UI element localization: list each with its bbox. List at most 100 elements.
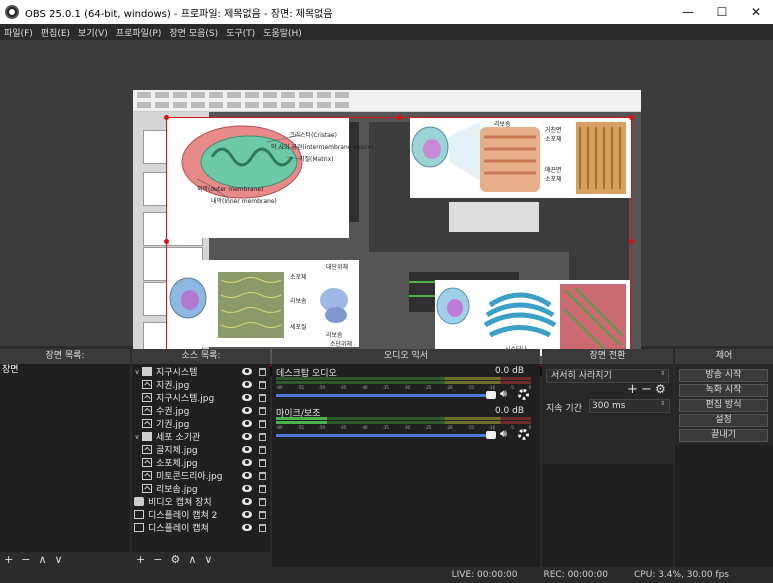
source-name: 디스플레이 캡쳐 [148, 524, 209, 534]
resize-handle[interactable] [164, 115, 169, 120]
source-item[interactable]: 지권.jpg [132, 378, 270, 391]
golgi-image[interactable]: 시스터나 [435, 280, 630, 356]
scenes-toolbar: + − ∧ ∨ [0, 552, 130, 567]
start-streaming-button[interactable]: 방송 시작 [679, 369, 768, 382]
eye-icon[interactable] [242, 394, 252, 401]
eye-icon[interactable] [242, 446, 252, 453]
er-image[interactable]: 리보솜 거친면 소포체 매끈면 소포체 [410, 117, 631, 198]
source-item[interactable]: 디스플레이 캡쳐 2 [132, 508, 270, 521]
lock-icon[interactable] [259, 484, 266, 493]
eye-icon[interactable] [242, 485, 252, 492]
scene-item[interactable]: 장면 [0, 364, 130, 376]
menu-help[interactable]: 도움말(H) [259, 26, 306, 39]
volume-slider-knob[interactable] [486, 431, 496, 439]
volume-slider[interactable] [276, 394, 486, 397]
source-name: 지구시스템 [156, 368, 198, 378]
source-item[interactable]: ∨ 지구시스템 [132, 365, 270, 378]
source-item[interactable]: 지구시스템.jpg [132, 391, 270, 404]
remove-icon[interactable]: − [641, 382, 652, 397]
source-item[interactable]: 리보솜.jpg [132, 482, 270, 495]
eye-icon[interactable] [242, 472, 252, 479]
move-up-icon[interactable]: ∧ [188, 553, 196, 566]
volume-slider[interactable] [276, 434, 486, 437]
speaker-icon[interactable]: 🔊︎ [500, 387, 507, 401]
lock-icon[interactable] [259, 445, 266, 454]
lock-icon[interactable] [259, 497, 266, 506]
settings-button[interactable]: 설정 [679, 414, 768, 427]
maximize-button[interactable]: ☐ [705, 0, 739, 24]
remove-icon[interactable]: − [21, 553, 30, 566]
eye-icon[interactable] [242, 420, 252, 427]
add-icon[interactable]: + [4, 553, 13, 566]
lock-icon[interactable] [259, 471, 266, 480]
preview-canvas[interactable]: 크리스타(Cristae) 막 사이 공간(intermembrane spac… [133, 90, 641, 376]
menu-file[interactable]: 파일(F) [0, 26, 37, 39]
eye-icon[interactable] [242, 407, 252, 414]
source-item[interactable]: 디스플레이 캡쳐 [132, 521, 270, 534]
menu-scene-collection[interactable]: 장면 모음(S) [165, 26, 222, 39]
ribosome-image[interactable]: 소포체 리보솜 세포질 대단위체 리보솜 소단위체 [166, 260, 359, 348]
source-item[interactable]: 비디오 캡쳐 장치 [132, 495, 270, 508]
menu-view[interactable]: 보기(V) [74, 26, 112, 39]
minimize-button[interactable]: — [671, 0, 705, 24]
lock-icon[interactable] [259, 458, 266, 467]
eye-icon[interactable] [242, 368, 252, 375]
source-item[interactable]: 수권.jpg [132, 404, 270, 417]
eye-icon[interactable] [242, 511, 252, 518]
chevron-down-icon[interactable]: ∨ [132, 368, 142, 376]
eye-icon[interactable] [242, 498, 252, 505]
speaker-icon[interactable]: 🔊︎ [500, 427, 507, 441]
add-icon[interactable]: + [627, 382, 638, 397]
resize-handle[interactable] [629, 239, 634, 244]
move-down-icon[interactable]: ∨ [204, 553, 212, 566]
start-recording-button[interactable]: 녹화 시작 [679, 384, 768, 397]
source-item[interactable]: ∨ 세포 소기관 [132, 430, 270, 443]
gear-icon[interactable]: ⚙ [170, 553, 180, 566]
lock-icon[interactable] [259, 419, 266, 428]
move-down-icon[interactable]: ∨ [55, 553, 63, 566]
remove-icon[interactable]: − [153, 553, 162, 566]
label-matrix: 기질(Matrix) [299, 156, 334, 163]
lock-icon[interactable] [259, 380, 266, 389]
close-button[interactable]: ✕ [739, 0, 773, 24]
add-icon[interactable]: + [136, 553, 145, 566]
lock-icon[interactable] [259, 367, 266, 376]
resize-handle[interactable] [164, 239, 169, 244]
gear-icon[interactable] [518, 429, 529, 440]
transition-select[interactable]: 서서히 사라지기 [546, 369, 669, 383]
source-item[interactable]: 골지체.jpg [132, 443, 270, 456]
mitochondria-image[interactable]: 크리스타(Cristae) 막 사이 공간(intermembrane spac… [167, 117, 373, 238]
resize-handle[interactable] [397, 115, 402, 120]
lock-icon[interactable] [259, 393, 266, 402]
exit-button[interactable]: 끝내기 [679, 429, 768, 442]
menu-profile[interactable]: 프로파일(P) [112, 26, 166, 39]
spin-arrows-icon[interactable]: ⇕ [660, 370, 665, 377]
duration-input[interactable]: 300 ms [589, 399, 670, 413]
menu-tools[interactable]: 도구(T) [222, 26, 259, 39]
sources-header: 소스 목록: [132, 349, 270, 364]
lock-icon[interactable] [259, 406, 266, 415]
chevron-down-icon[interactable]: ∨ [132, 433, 142, 441]
move-up-icon[interactable]: ∧ [38, 553, 46, 566]
captured-app-toolbar [133, 90, 641, 112]
eye-icon[interactable] [242, 381, 252, 388]
source-item[interactable]: 기권.jpg [132, 417, 270, 430]
spin-arrows-icon[interactable]: ⇕ [660, 400, 665, 407]
source-item[interactable]: 미토콘드리아.jpg [132, 469, 270, 482]
eye-icon[interactable] [242, 459, 252, 466]
source-item[interactable]: 소포체.jpg [132, 456, 270, 469]
resize-handle[interactable] [629, 115, 634, 120]
image-icon [142, 419, 152, 428]
gear-icon[interactable]: ⚙ [655, 382, 666, 396]
eye-icon[interactable] [242, 524, 252, 531]
volume-slider-knob[interactable] [486, 391, 496, 399]
lock-icon[interactable] [259, 523, 266, 532]
lock-icon[interactable] [259, 510, 266, 519]
menu-edit[interactable]: 편집(E) [37, 26, 74, 39]
preview-area[interactable]: 크리스타(Cristae) 막 사이 공간(intermembrane spac… [0, 40, 773, 376]
lock-icon[interactable] [259, 432, 266, 441]
studio-mode-button[interactable]: 편집 방식 [679, 399, 768, 412]
eye-icon[interactable] [242, 433, 252, 440]
source-name: 기권.jpg [156, 420, 190, 430]
gear-icon[interactable] [518, 389, 529, 400]
